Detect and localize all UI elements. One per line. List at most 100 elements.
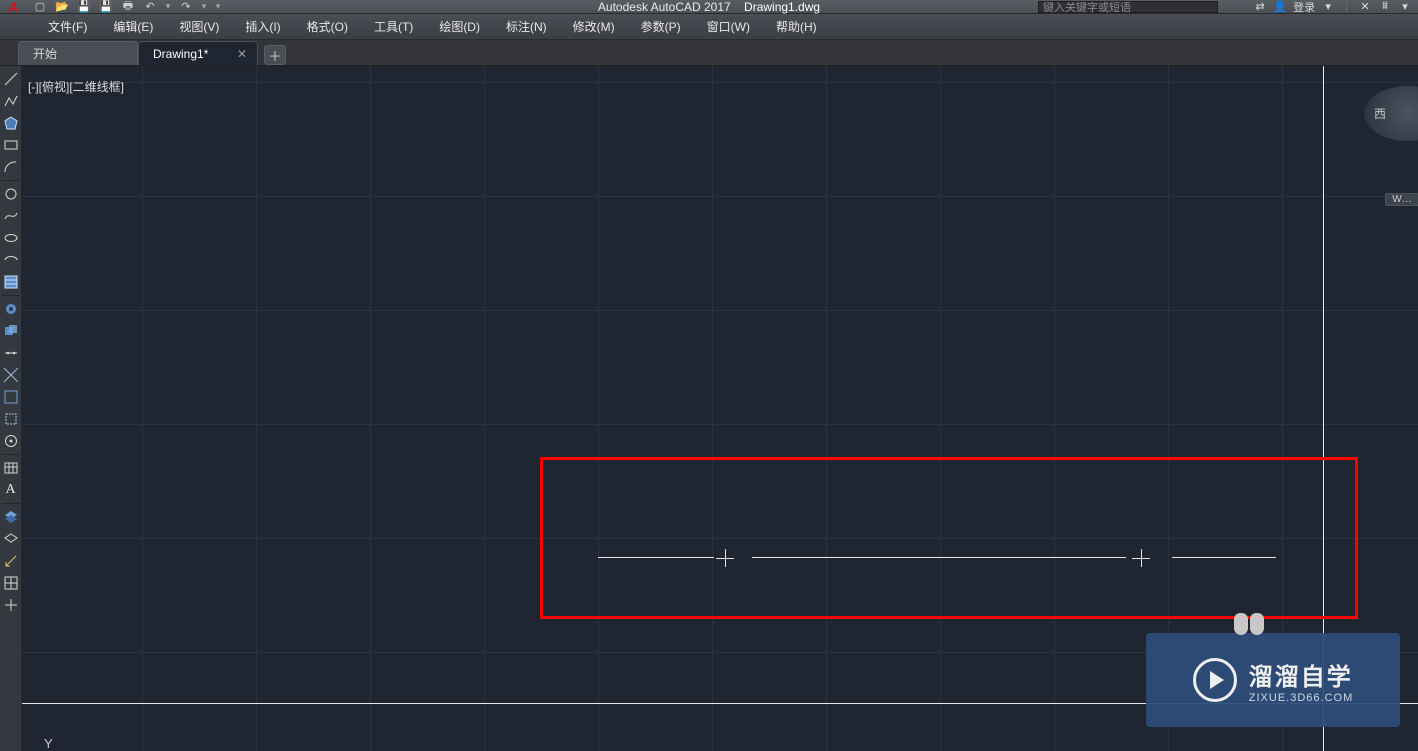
menu-param[interactable]: 参数(P) xyxy=(629,14,693,39)
ellipse-tool-icon[interactable] xyxy=(1,227,21,249)
watermark-feet-icon xyxy=(1234,613,1264,635)
save-icon[interactable]: 💾 xyxy=(74,0,94,14)
drawing-entity xyxy=(598,557,714,558)
grid-line xyxy=(22,196,1418,197)
menu-format[interactable]: 格式(O) xyxy=(295,14,360,39)
menu-tools[interactable]: 工具(T) xyxy=(362,14,425,39)
rect2-tool-icon[interactable] xyxy=(1,408,21,430)
move-tool-icon[interactable] xyxy=(1,594,21,616)
grid-line xyxy=(598,66,599,751)
menu-dim[interactable]: 标注(N) xyxy=(494,14,559,39)
exchange-apps-icon[interactable]: ✕ xyxy=(1358,0,1372,13)
gridtool-icon[interactable] xyxy=(1,572,21,594)
plot-icon[interactable]: 🖶 xyxy=(118,0,138,14)
app-logo[interactable]: A xyxy=(0,0,26,14)
table-tool-icon[interactable] xyxy=(1,457,21,479)
grid-line xyxy=(370,66,371,751)
login-dropdown-icon[interactable]: ▾ xyxy=(1321,0,1335,13)
login-button[interactable]: 登录 xyxy=(1293,0,1315,15)
text-tool-icon[interactable]: A xyxy=(1,479,21,501)
grid-line xyxy=(142,66,143,751)
drawing-entity xyxy=(716,549,734,567)
undo-icon[interactable]: ↶ xyxy=(140,0,160,14)
dim-tool-icon[interactable] xyxy=(1,550,21,572)
help-people-icon[interactable]: ⩩ xyxy=(1378,0,1392,13)
region-tool-icon[interactable] xyxy=(1,320,21,342)
title-bar: A ▢ 📂 💾 💾 🖶 ↶ ▾ ↷ ▾ ▾ Autodesk AutoCAD 2… xyxy=(0,0,1418,14)
help-dropdown-icon[interactable]: ▾ xyxy=(1398,0,1412,13)
search-input[interactable]: 键入关键字或短语 xyxy=(1038,1,1218,13)
user-icon[interactable]: 👤 xyxy=(1273,0,1287,13)
file-name: Drawing1.dwg xyxy=(744,0,820,14)
xline-tool-icon[interactable] xyxy=(1,364,21,386)
grid-line xyxy=(22,424,1418,425)
tab-start-label: 开始 xyxy=(33,45,57,62)
arc-tool-icon[interactable] xyxy=(1,156,21,178)
viewport-control[interactable]: [-][俯视][二维线框] xyxy=(28,78,124,95)
donut-tool-icon[interactable] xyxy=(1,298,21,320)
document-tab-bar: 开始 Drawing1* ✕ ＋ xyxy=(0,40,1418,66)
quick-access-toolbar: ▢ 📂 💾 💾 🖶 ↶ ▾ ↷ ▾ ▾ xyxy=(26,0,224,14)
nav-cube[interactable]: 西 W… xyxy=(1350,86,1418,206)
layersoff-tool-icon[interactable] xyxy=(1,528,21,550)
rect-tool-icon[interactable] xyxy=(1,134,21,156)
menu-window[interactable]: 窗口(W) xyxy=(695,14,762,39)
close-icon[interactable]: ✕ xyxy=(237,47,247,61)
axis-y-label: Y xyxy=(44,736,53,751)
drawing-entity xyxy=(1132,549,1150,567)
point-tool-icon[interactable] xyxy=(1,430,21,452)
line-tool-icon[interactable] xyxy=(1,68,21,90)
grid-line xyxy=(484,66,485,751)
menu-modify[interactable]: 修改(M) xyxy=(561,14,627,39)
left-toolbar: A xyxy=(0,66,22,751)
menu-help[interactable]: 帮助(H) xyxy=(764,14,829,39)
grid-line xyxy=(256,66,257,751)
menu-file[interactable]: 文件(F) xyxy=(36,14,99,39)
divide-tool-icon[interactable] xyxy=(1,342,21,364)
circle-tool-icon[interactable] xyxy=(1,183,21,205)
grid-line xyxy=(1054,66,1055,751)
menu-bar: 文件(F) 编辑(E) 视图(V) 插入(I) 格式(O) 工具(T) 绘图(D… xyxy=(0,14,1418,40)
navcube-ring[interactable]: 西 xyxy=(1364,86,1418,141)
drawing-entity xyxy=(752,557,1126,558)
menu-edit[interactable]: 编辑(E) xyxy=(101,14,165,39)
hatch-tool-icon[interactable] xyxy=(1,271,21,293)
play-icon xyxy=(1193,658,1237,702)
watermark-url: ZIXUE.3D66.COM xyxy=(1249,692,1353,704)
grid-line xyxy=(22,82,1418,83)
ellipse-arc-tool-icon[interactable] xyxy=(1,249,21,271)
drawing-entity xyxy=(1172,557,1276,558)
spline-tool-icon[interactable] xyxy=(1,205,21,227)
tab-add-button[interactable]: ＋ xyxy=(264,45,286,65)
navcube-face-label: 西 xyxy=(1374,105,1386,122)
tab-drawing1[interactable]: Drawing1* ✕ xyxy=(138,41,258,65)
grid-line xyxy=(22,310,1418,311)
new-icon[interactable]: ▢ xyxy=(30,0,50,14)
saveas-icon[interactable]: 💾 xyxy=(96,0,116,14)
wcs-badge[interactable]: W… xyxy=(1385,193,1418,206)
tab-start[interactable]: 开始 xyxy=(18,41,138,65)
watermark-badge: 溜溜自学 ZIXUE.3D66.COM xyxy=(1146,633,1400,727)
undo-dropdown-icon[interactable]: ▾ xyxy=(162,0,174,14)
polygon-tool-icon[interactable] xyxy=(1,112,21,134)
grid-line xyxy=(940,66,941,751)
redo-dropdown-icon[interactable]: ▾ xyxy=(198,0,210,14)
open-icon[interactable]: 📂 xyxy=(52,0,72,14)
grid-line xyxy=(22,538,1418,539)
drawing-canvas[interactable]: A [-][俯视][二维线框] 西 W… xyxy=(0,66,1418,751)
grid-line xyxy=(826,66,827,751)
titlebar-right: ⇄ 👤 登录 ▾ | ✕ ⩩ ▾ xyxy=(1253,0,1412,15)
menu-draw[interactable]: 绘图(D) xyxy=(427,14,492,39)
redo-icon[interactable]: ↷ xyxy=(176,0,196,14)
exchange-icon[interactable]: ⇄ xyxy=(1253,0,1267,13)
ray-tool-icon[interactable] xyxy=(1,386,21,408)
tab-drawing1-label: Drawing1* xyxy=(153,47,208,61)
pline-tool-icon[interactable] xyxy=(1,90,21,112)
grid-line xyxy=(712,66,713,751)
layers-tool-icon[interactable] xyxy=(1,506,21,528)
watermark-title: 溜溜自学 xyxy=(1249,657,1353,692)
menu-view[interactable]: 视图(V) xyxy=(167,14,231,39)
app-name: Autodesk AutoCAD 2017 xyxy=(598,0,731,14)
menu-insert[interactable]: 插入(I) xyxy=(233,14,292,39)
qat-more-icon[interactable]: ▾ xyxy=(212,0,224,14)
